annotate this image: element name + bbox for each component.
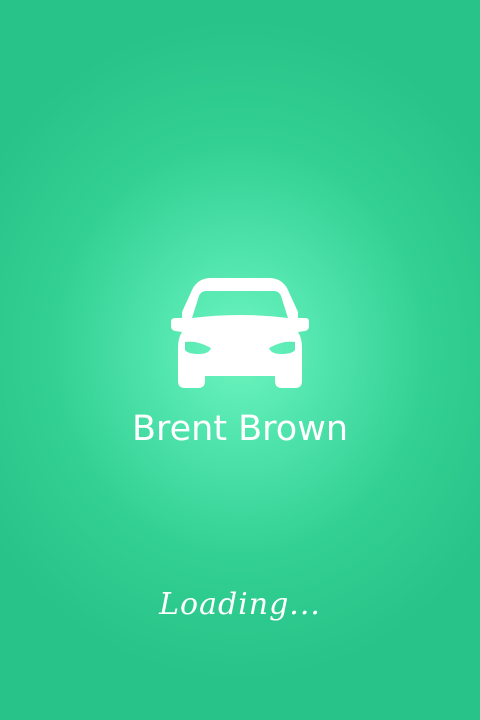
car-front-icon bbox=[171, 278, 309, 388]
splash-screen: Brent Brown Loading... bbox=[0, 0, 480, 720]
loading-text: Loading... bbox=[159, 587, 321, 622]
app-title: Brent Brown bbox=[131, 409, 349, 449]
